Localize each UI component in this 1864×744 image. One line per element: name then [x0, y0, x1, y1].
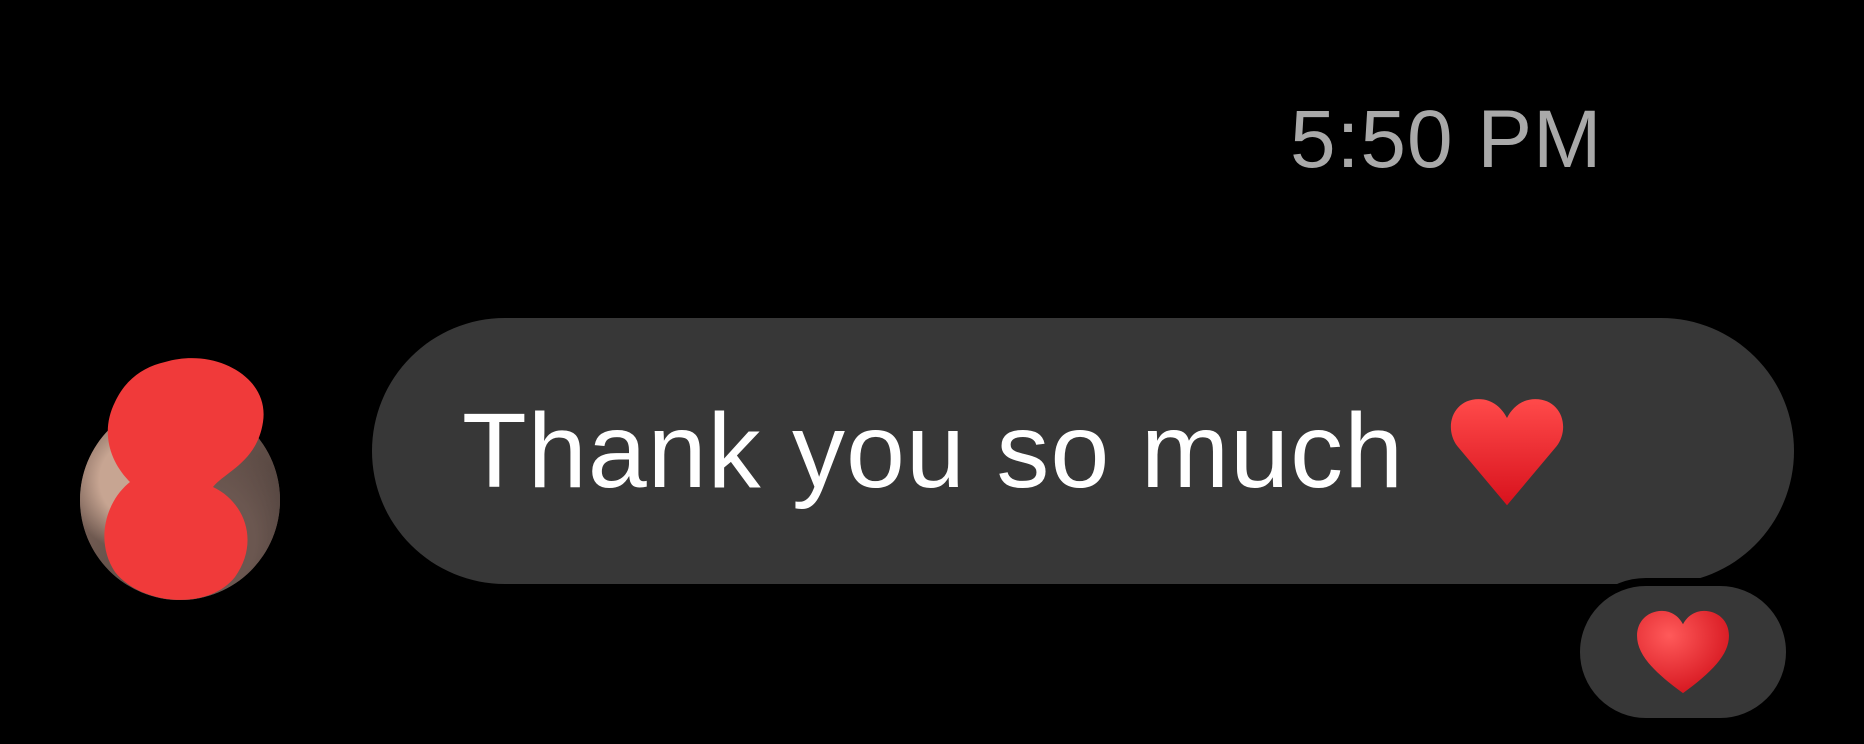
message-text: Thank you so much: [462, 391, 1405, 510]
heart-icon: [1450, 399, 1564, 506]
heart-icon: [1637, 610, 1729, 694]
message-timestamp: 5:50 PM: [1290, 94, 1603, 185]
reaction-badge[interactable]: [1572, 578, 1794, 726]
message-bubble[interactable]: Thank you so much: [372, 318, 1794, 584]
avatar-redaction-mark: [104, 358, 264, 600]
